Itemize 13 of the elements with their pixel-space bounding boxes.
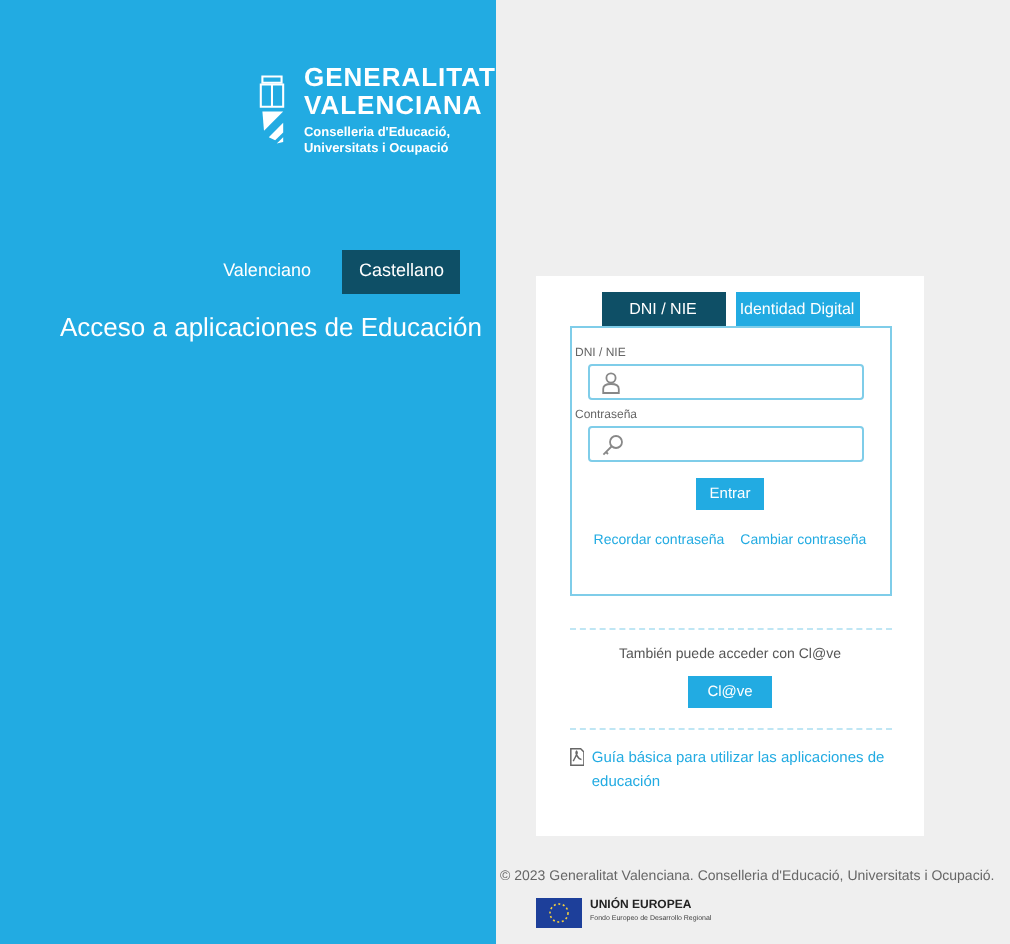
document-icon [569,745,584,767]
key-icon [601,433,623,455]
input-field[interactable] [587,364,863,400]
language-tab[interactable]: Valenciano [207,250,327,293]
user-icon [601,371,619,393]
headline: Acceso a aplicaciones de Educación [60,309,483,345]
flag-icon [536,897,582,927]
input-field[interactable] [587,426,863,462]
brand-name: GENERALITAT [303,64,496,92]
login-tab[interactable]: DNI / NIE [601,292,725,326]
brand-name: VALENCIANA [303,92,485,120]
login-tab[interactable]: Identidad Digital [735,292,859,326]
language-tab[interactable]: Castellano [342,250,460,293]
